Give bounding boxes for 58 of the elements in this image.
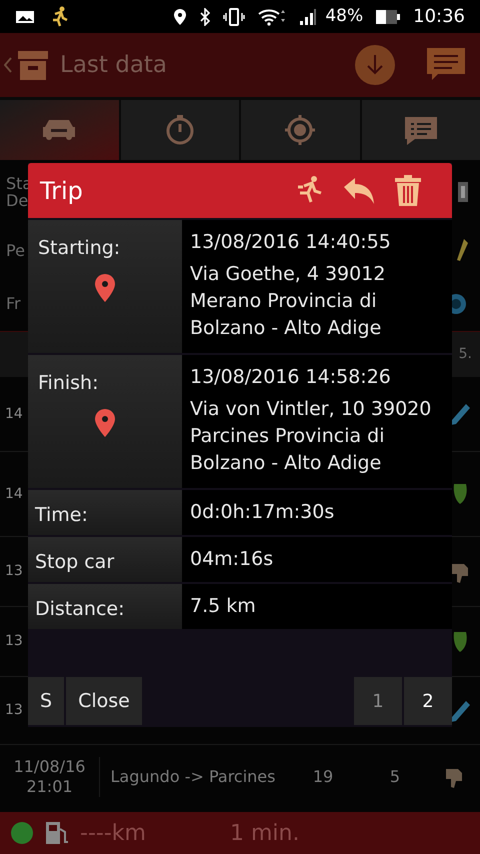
table-cell: 11/08/16 xyxy=(14,757,86,777)
trash-icon[interactable] xyxy=(394,174,422,206)
status-dot-icon xyxy=(10,821,34,845)
table-cell-text: 5 xyxy=(388,766,402,788)
dialog-title: Trip xyxy=(40,176,84,206)
tab[interactable] xyxy=(241,100,360,160)
background-label: De xyxy=(6,192,30,210)
archive-box-icon xyxy=(16,48,50,82)
fuel-pump-icon xyxy=(44,819,70,847)
wifi-icon xyxy=(257,8,288,26)
download-icon[interactable] xyxy=(354,44,396,86)
row-label: Finish: xyxy=(38,371,100,396)
battery-percentage: 48% xyxy=(325,4,364,28)
address: Via Goethe, 4 39012 Merano Provincia di Bolzano - Alto Adige xyxy=(190,262,386,340)
signal-icon xyxy=(299,8,318,26)
dialog-button[interactable]: Close xyxy=(66,677,142,725)
table-cell-text: Lagundo -> Parcines xyxy=(110,766,276,788)
table-cell-text: 13 xyxy=(5,632,23,651)
background-label: Pe xyxy=(6,242,25,259)
pencil-icon xyxy=(450,402,472,426)
bluetooth-icon xyxy=(199,8,212,26)
pen-icon xyxy=(457,239,468,262)
row-label: Starting: xyxy=(38,236,122,261)
row-label: Time: xyxy=(35,502,89,528)
fuel-distance: ----km xyxy=(80,820,147,848)
location-pin-icon xyxy=(173,8,188,26)
address: Via von Vintler, 10 39020 Parcines Provincia di Bolzano - Alto Adige xyxy=(190,396,432,476)
battery-icon xyxy=(375,8,402,24)
tab[interactable] xyxy=(0,100,118,160)
row-value: 0d:0h:17m:30s xyxy=(182,490,452,535)
table-cell-text: 19 xyxy=(312,766,334,788)
table-cell-text: 14 xyxy=(5,484,23,504)
background-label: Fr xyxy=(6,295,21,312)
column-header: 5. xyxy=(458,345,472,364)
tab[interactable] xyxy=(120,100,239,160)
page-button[interactable]: 1 xyxy=(354,677,402,725)
table-cell-text: 13 xyxy=(5,701,23,720)
row-label: Stop car xyxy=(35,550,116,574)
row-label: Distance: xyxy=(35,596,126,622)
vibrate-icon xyxy=(223,8,246,26)
map-pin-icon[interactable] xyxy=(94,408,116,438)
map-pin-icon[interactable] xyxy=(94,272,116,302)
image-icon xyxy=(15,10,35,24)
row-value: 7.5 km xyxy=(182,584,452,629)
table-cell-text: 14 xyxy=(5,404,23,424)
table-cell: 21:01 xyxy=(26,777,73,797)
date-time: 13/08/2016 14:58:26 xyxy=(190,365,392,390)
page-button[interactable]: 2 xyxy=(404,677,452,725)
dialog-button[interactable]: S xyxy=(28,677,64,725)
back-chevron-icon xyxy=(4,57,12,73)
row-value: 04m:16s xyxy=(182,537,452,582)
date-time: 13/08/2016 14:40:55 xyxy=(190,230,392,255)
elapsed-time: 1 min. xyxy=(230,820,300,848)
pencil-icon xyxy=(450,698,472,722)
tab[interactable] xyxy=(362,100,480,160)
table-cell-text: 13 xyxy=(5,562,23,581)
screen-title: Last data xyxy=(60,50,168,80)
clock: 10:36 xyxy=(413,5,465,29)
